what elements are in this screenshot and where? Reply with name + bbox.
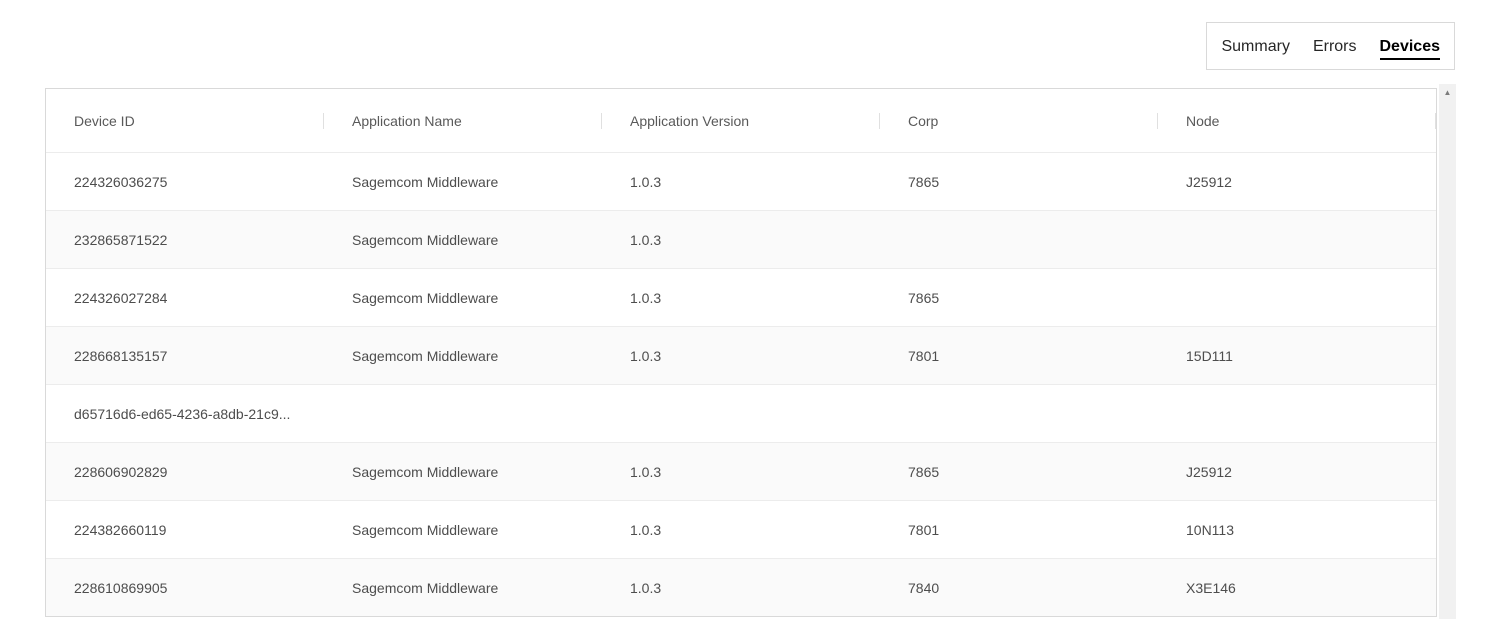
column-header-label: Application Version bbox=[630, 113, 749, 129]
cell-app_name: Sagemcom Middleware bbox=[324, 522, 602, 538]
cell-node: 10N113 bbox=[1158, 522, 1436, 538]
cell-app_name: Sagemcom Middleware bbox=[324, 232, 602, 248]
table-header-row: Device ID Application Name Application Ver… bbox=[46, 89, 1436, 152]
report-tabs: Summary Errors Devices bbox=[1206, 22, 1455, 70]
column-header-corp[interactable]: Corp bbox=[880, 113, 1158, 129]
cell-app_version: 1.0.3 bbox=[602, 348, 880, 364]
column-header-app_name[interactable]: Application Name bbox=[324, 113, 602, 129]
column-header-node[interactable]: Node bbox=[1158, 113, 1436, 129]
cell-app_name: Sagemcom Middleware bbox=[324, 464, 602, 480]
cell-corp: 7801 bbox=[880, 522, 1158, 538]
column-header-app_version[interactable]: Application Version bbox=[602, 113, 880, 129]
cell-node: J25912 bbox=[1158, 174, 1436, 190]
table-row[interactable]: 228668135157Sagemcom Middleware1.0.37801… bbox=[46, 326, 1436, 384]
scroll-up-icon: ▲ bbox=[1444, 89, 1452, 97]
cell-app_version: 1.0.3 bbox=[602, 232, 880, 248]
table-row[interactable]: 228606902829Sagemcom Middleware1.0.37865… bbox=[46, 442, 1436, 500]
page: Summary Errors Devices Device ID Applicat… bbox=[0, 0, 1500, 619]
cell-device_id: 232865871522 bbox=[46, 232, 324, 248]
table-row[interactable]: d65716d6-ed65-4236-a8db-21c9... bbox=[46, 384, 1436, 442]
cell-app_name: Sagemcom Middleware bbox=[324, 580, 602, 596]
cell-app_version: 1.0.3 bbox=[602, 174, 880, 190]
table-row[interactable]: 224326027284Sagemcom Middleware1.0.37865 bbox=[46, 268, 1436, 326]
cell-device_id: 224382660119 bbox=[46, 522, 324, 538]
column-header-label: Application Name bbox=[352, 113, 462, 129]
table-row[interactable]: 224326036275Sagemcom Middleware1.0.37865… bbox=[46, 152, 1436, 210]
cell-node: X3E146 bbox=[1158, 580, 1436, 596]
cell-device_id: 224326027284 bbox=[46, 290, 324, 306]
cell-node: 15D111 bbox=[1158, 348, 1436, 364]
cell-node: J25912 bbox=[1158, 464, 1436, 480]
column-header-label: Node bbox=[1186, 113, 1219, 129]
cell-corp: 7865 bbox=[880, 174, 1158, 190]
cell-device_id: 228606902829 bbox=[46, 464, 324, 480]
vertical-scrollbar[interactable]: ▲ bbox=[1439, 84, 1456, 619]
cell-app_version: 1.0.3 bbox=[602, 290, 880, 306]
cell-corp: 7865 bbox=[880, 464, 1158, 480]
cell-app_name: Sagemcom Middleware bbox=[324, 290, 602, 306]
column-header-device_id[interactable]: Device ID bbox=[46, 113, 324, 129]
table-row[interactable]: 232865871522Sagemcom Middleware1.0.3 bbox=[46, 210, 1436, 268]
cell-device_id: d65716d6-ed65-4236-a8db-21c9... bbox=[46, 406, 324, 422]
cell-corp: 7865 bbox=[880, 290, 1158, 306]
cell-app_version: 1.0.3 bbox=[602, 522, 880, 538]
table-row[interactable]: 228610869905Sagemcom Middleware1.0.37840… bbox=[46, 558, 1436, 616]
table-row[interactable]: 224382660119Sagemcom Middleware1.0.37801… bbox=[46, 500, 1436, 558]
scroll-up-button[interactable]: ▲ bbox=[1439, 84, 1456, 101]
cell-corp: 7840 bbox=[880, 580, 1158, 596]
table-body: 224326036275Sagemcom Middleware1.0.37865… bbox=[46, 152, 1436, 616]
column-header-label: Device ID bbox=[74, 113, 135, 129]
column-header-label: Corp bbox=[908, 113, 938, 129]
cell-app_name: Sagemcom Middleware bbox=[324, 348, 602, 364]
tab-errors[interactable]: Errors bbox=[1313, 37, 1357, 56]
devices-table: Device ID Application Name Application Ver… bbox=[45, 88, 1437, 617]
cell-device_id: 228610869905 bbox=[46, 580, 324, 596]
tab-devices[interactable]: Devices bbox=[1380, 37, 1441, 60]
cell-app_name: Sagemcom Middleware bbox=[324, 174, 602, 190]
tab-summary[interactable]: Summary bbox=[1221, 37, 1289, 56]
cell-app_version: 1.0.3 bbox=[602, 580, 880, 596]
cell-device_id: 224326036275 bbox=[46, 174, 324, 190]
cell-device_id: 228668135157 bbox=[46, 348, 324, 364]
cell-app_version: 1.0.3 bbox=[602, 464, 880, 480]
cell-corp: 7801 bbox=[880, 348, 1158, 364]
